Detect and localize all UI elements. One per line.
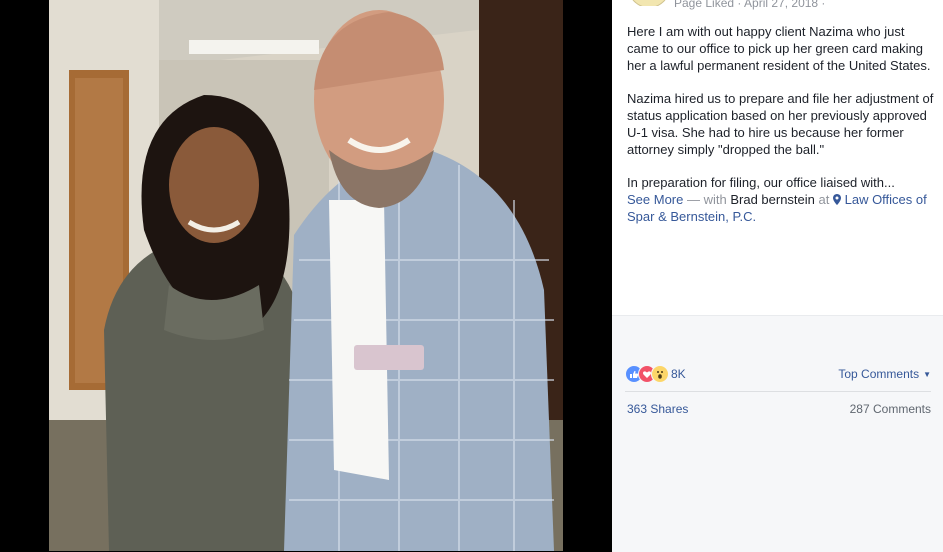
tagged-person-link[interactable]: Brad bernstein [730,192,815,207]
post-paragraph-1: Here I am with out happy client Nazima w… [627,24,931,73]
at-text: at [814,192,833,208]
post-paragraph-2: Nazima hired us to prepare and file her … [627,91,934,157]
photo-viewer [0,0,612,551]
comments-count[interactable]: 287 Comments [850,402,931,416]
divider [625,391,931,392]
reaction-count[interactable]: 8K [671,367,686,381]
top-comments-dropdown[interactable]: Top Comments ▼ [838,367,931,381]
post-paragraph-3-text: In preparation for filing, our office li… [627,175,895,191]
post-side-panel: Page Liked · April 27, 2018 · Here I am … [612,0,943,552]
post-meta: Page Liked · April 27, 2018 · [674,0,826,10]
post-paragraph-3: In preparation for filing, our office li… [627,175,937,226]
caret-down-icon: ▼ [923,370,931,379]
map-pin-icon [832,194,841,206]
post-body: Here I am with out happy client Nazima w… [627,24,937,226]
reactions-section: 8K Top Comments ▼ 363 Shares 287 Comments [612,315,943,552]
top-comments-label: Top Comments [838,367,920,381]
reaction-summary: 8K Top Comments ▼ [625,365,931,385]
see-more-link[interactable]: See More [627,192,683,207]
post-photo[interactable] [49,0,563,551]
wow-icon[interactable] [651,365,669,383]
shares-count[interactable]: 363 Shares [627,402,688,416]
with-text: — with [683,192,731,208]
post-header: Page Liked · April 27, 2018 · [612,0,943,12]
page-avatar[interactable] [628,0,668,6]
